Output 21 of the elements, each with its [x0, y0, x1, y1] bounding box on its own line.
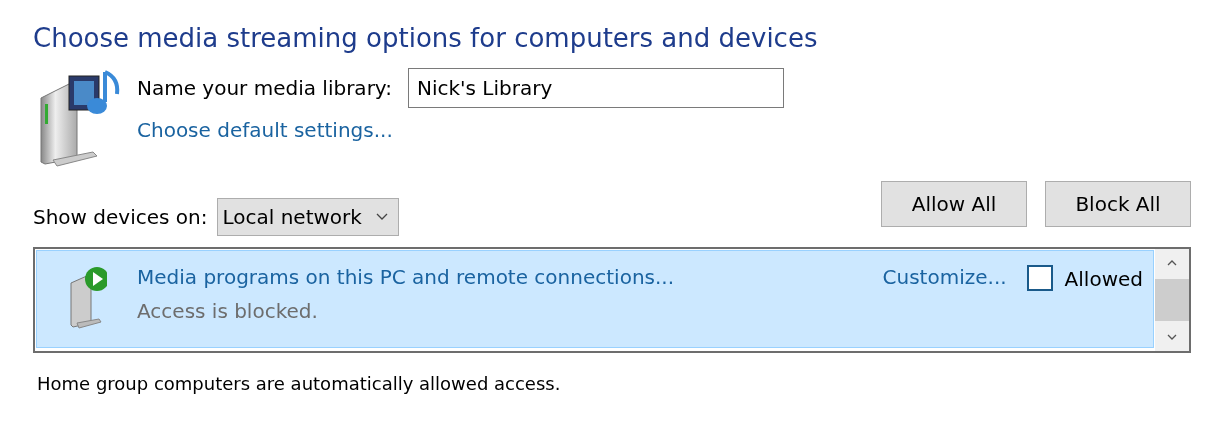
allowed-checkbox[interactable] — [1026, 265, 1053, 291]
scroll-up-icon — [1167, 259, 1177, 267]
show-devices-label: Show devices on: — [33, 205, 208, 229]
device-row[interactable]: Media programs on this PC and remote connections... Access is blocked. Customize... Allowed — [36, 250, 1154, 348]
info-text: Home group computers are automatically allowed access. — [37, 373, 562, 394]
scroll-thumb[interactable] — [1155, 279, 1189, 321]
scroll-down-icon — [1167, 333, 1177, 341]
library-name-field[interactable]: Nick's Library — [408, 68, 784, 108]
default-settings-link[interactable]: Choose default settings... — [137, 118, 393, 142]
action-button[interactable]: Block All — [1045, 181, 1191, 227]
device-play-icon — [67, 265, 107, 329]
customize-link[interactable]: Customize... — [882, 265, 1007, 289]
library-name-label: Name your media library: — [137, 76, 392, 100]
chevron-down-icon — [375, 213, 388, 221]
allowed-label: Allowed — [1064, 267, 1143, 291]
action-button[interactable]: Allow All — [881, 181, 1027, 227]
network-dropdown[interactable]: Local network — [217, 198, 399, 236]
page-heading: Choose media streaming options for computers and devices — [33, 22, 819, 55]
device-name-link[interactable]: Media programs on this PC and remote connections... — [137, 265, 675, 289]
scrollbar[interactable] — [1155, 249, 1189, 351]
device-status: Access is blocked. — [137, 299, 318, 323]
